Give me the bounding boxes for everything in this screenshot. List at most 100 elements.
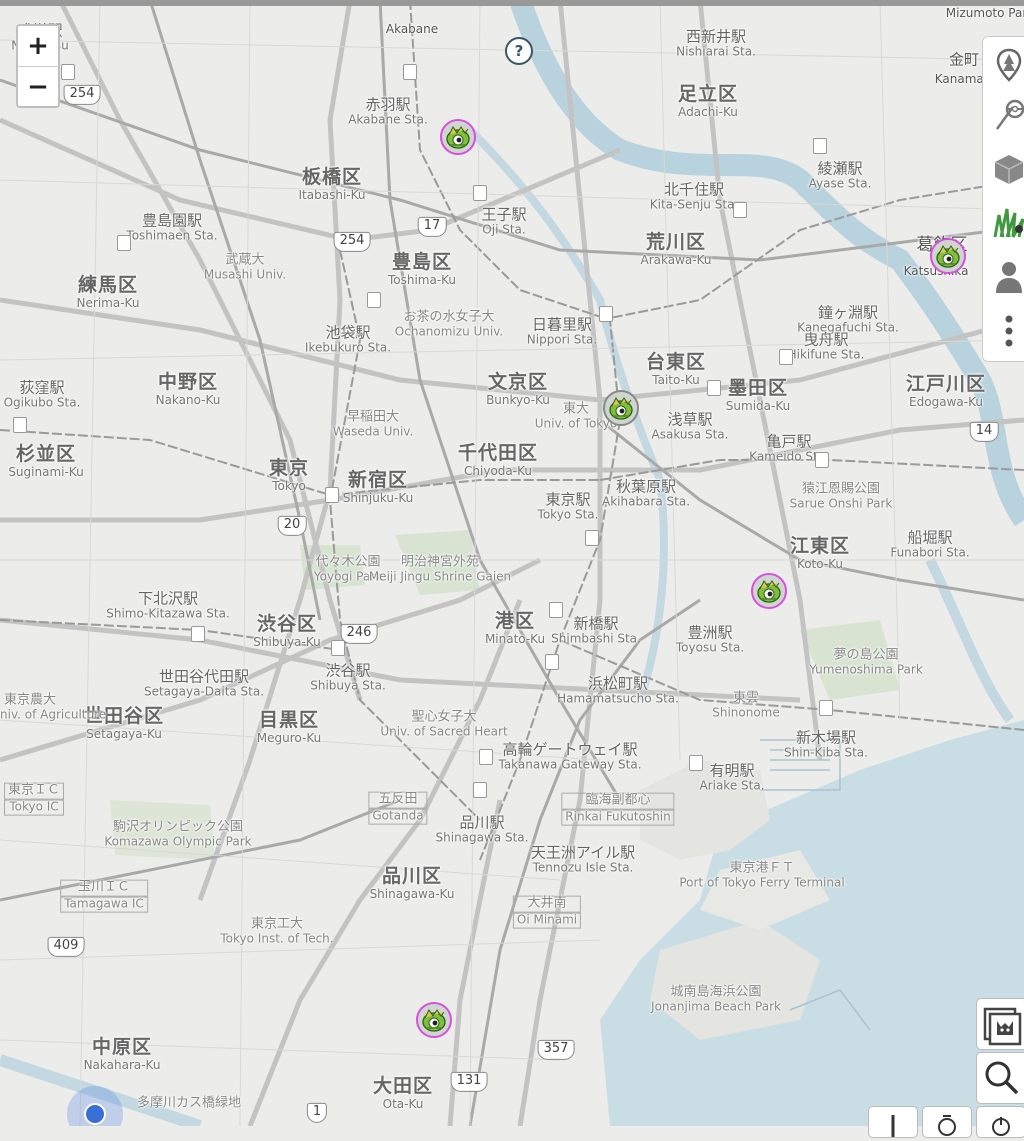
ward-label-jp: 東京 — [268, 457, 310, 480]
ward-label-jp: 文京区 — [487, 371, 548, 394]
ward-label: 港区 Minato-Ku — [485, 610, 545, 647]
poi-label-en: Port of Tokyo Ferry Terminal — [679, 875, 845, 890]
ward-label-jp: 大田区 — [372, 1075, 434, 1098]
rail-station-icon — [707, 380, 721, 396]
station-label-jp: 船堀駅 — [907, 528, 953, 547]
route-shield: 20 — [277, 515, 307, 537]
map-canvas[interactable]: 板橋区 Itabashi-Ku 練馬区 Nerima-Ku 豊島区 Toshima-Ku 足… — [0, 0, 1024, 1126]
edge-place-label: 金町 — [948, 50, 980, 69]
rail-station-icon — [473, 782, 487, 798]
ward-label-jp: 江東区 — [789, 535, 851, 558]
poi-label-en: Musashi Univ. — [203, 267, 287, 282]
more-icon[interactable] — [991, 313, 1024, 349]
station-label: 豊島園駅 Toshimaen Sta. — [126, 212, 217, 243]
side-toolbar — [982, 36, 1024, 362]
poi-label-jp: お茶の水女子大 — [403, 309, 495, 325]
rail-station-icon — [779, 349, 793, 365]
station-label-jp: 下北沢駅 — [137, 589, 198, 608]
station-label-en: Asakusa Sta. — [651, 427, 729, 442]
ward-label-en: Shinjuku-Ku — [342, 491, 414, 506]
search-button[interactable] — [976, 1052, 1024, 1104]
ward-label: 江東区 Koto-Ku — [789, 535, 851, 572]
station-label-en: Akabane Sta. — [348, 112, 428, 127]
ward-label-en: Suginami-Ku — [8, 465, 84, 480]
ward-label: 練馬区 Nerima-Ku — [77, 274, 140, 311]
ward-label-jp: 中野区 — [157, 371, 218, 394]
ward-label-jp: 渋谷区 — [256, 613, 318, 636]
station-label-en: Hamamatsucho Sta. — [557, 691, 679, 706]
station-label: 下北沢駅 Shimo-Kitazawa Sta. — [106, 590, 230, 621]
bottom-tool-button-1[interactable] — [868, 1106, 918, 1138]
pin-icon[interactable] — [991, 47, 1024, 83]
poi-label: 武蔵大 Musashi Univ. — [203, 253, 287, 283]
poi-label-en: Univ. of Tokyo — [534, 416, 618, 431]
station-label-en: Shin-Kiba Sta. — [784, 745, 868, 760]
station-label-jp: 荻窪駅 — [19, 378, 65, 397]
station-label-jp: 豊洲駅 — [687, 623, 733, 642]
ward-label: 渋谷区 Shibuya-Ku — [253, 613, 321, 650]
poi-label-jp: 臨海副都心 — [561, 792, 675, 810]
poi-label: 臨海副都心 Rinkai Fukutoshin — [561, 792, 675, 826]
ward-label-jp: 墨田区 — [727, 377, 788, 400]
grass-icon[interactable] — [991, 203, 1024, 239]
poi-label-en: Gotanda — [368, 808, 428, 825]
person-icon[interactable] — [991, 259, 1024, 295]
monster-marker[interactable] — [603, 390, 639, 426]
station-label-en: Shibuya Sta. — [310, 678, 386, 693]
ward-label-jp: 板橋区 — [301, 166, 362, 189]
station-label: 西新井駅 Nishiarai Sta. — [676, 28, 756, 59]
zoom-out-button[interactable]: − — [18, 66, 58, 106]
search-icon — [985, 1061, 1019, 1095]
monster-icon — [422, 1009, 446, 1032]
station-label-en: Setagaya-Daita Sta. — [143, 684, 265, 699]
station-label-jp: 浜松町駅 — [587, 674, 648, 693]
poi-label: 早稲田大 Waseda Univ. — [333, 410, 414, 440]
ward-label-en: Sumida-Ku — [725, 399, 791, 414]
bottom-tool-button-2[interactable] — [922, 1106, 972, 1138]
rail-station-icon — [733, 202, 747, 218]
station-label-jp: 天王洲アイル駅 — [530, 843, 636, 862]
monster-filter-button[interactable] — [976, 998, 1024, 1050]
ward-label-en: Shibuya-Ku — [253, 635, 321, 650]
station-label: 浜松町駅 Hamamatsucho Sta. — [557, 675, 679, 706]
route-shield: 14 — [969, 421, 999, 443]
station-label-en: Funabori Sta. — [890, 545, 970, 560]
monster-marker[interactable] — [930, 238, 966, 274]
ward-label-en: Toshima-Ku — [387, 273, 457, 288]
cube-icon[interactable] — [991, 151, 1024, 187]
ward-label: 豊島区 Toshima-Ku — [387, 251, 457, 288]
station-label-jp: 王子駅 — [481, 205, 527, 224]
rail-station-icon — [815, 452, 829, 468]
rail-station-icon — [403, 64, 417, 80]
ward-label-jp: 豊島区 — [391, 251, 453, 274]
zoom-in-button[interactable]: + — [18, 26, 58, 66]
station-label-jp: 渋谷駅 — [325, 661, 371, 680]
ward-label: 中野区 Nakano-Ku — [156, 371, 221, 408]
ward-label: 中原区 Nakahara-Ku — [83, 1036, 161, 1073]
poi-label-en: Jonanjima Beach Park — [651, 999, 781, 1014]
monster-marker[interactable] — [440, 119, 476, 155]
station-label-jp: 鐘ヶ淵駅 — [817, 303, 878, 322]
poi-label-en: Shinonome — [712, 705, 780, 720]
poi-label: 大井南 Oi Minami — [512, 895, 582, 929]
poi-label: 夢の島公園 Yumenoshima Park — [809, 648, 923, 678]
station-label-en: Ogikubo Sta. — [3, 395, 81, 410]
ward-label-en: Nakahara-Ku — [83, 1058, 161, 1073]
bottom-tool-button-3[interactable] — [976, 1106, 1024, 1138]
station-label: 豊洲駅 Toyosu Sta. — [676, 624, 744, 655]
ward-label: 台東区 Taito-Ku — [646, 351, 706, 388]
rail-station-icon — [331, 640, 345, 656]
monster-marker[interactable] — [751, 573, 787, 609]
station-label-jp: 赤羽駅 — [365, 95, 411, 114]
poi-label-en: Meiji Jingu Shrine Gaien — [368, 569, 512, 584]
monster-marker[interactable] — [416, 1002, 452, 1038]
station-label: 新木場駅 Shin-Kiba Sta. — [784, 729, 868, 760]
monster-icon — [936, 245, 960, 268]
help-button[interactable]: ? — [505, 37, 533, 65]
pokeball-pin-icon[interactable] — [991, 99, 1024, 135]
rail-station-icon — [585, 530, 599, 546]
station-label-en: Oji Sta. — [482, 222, 526, 237]
station-label-en: Shimbashi Sta. — [551, 631, 641, 646]
station-label: 王子駅 Oji Sta. — [481, 206, 526, 237]
ward-label: 足立区 Adachi-Ku — [678, 83, 738, 120]
